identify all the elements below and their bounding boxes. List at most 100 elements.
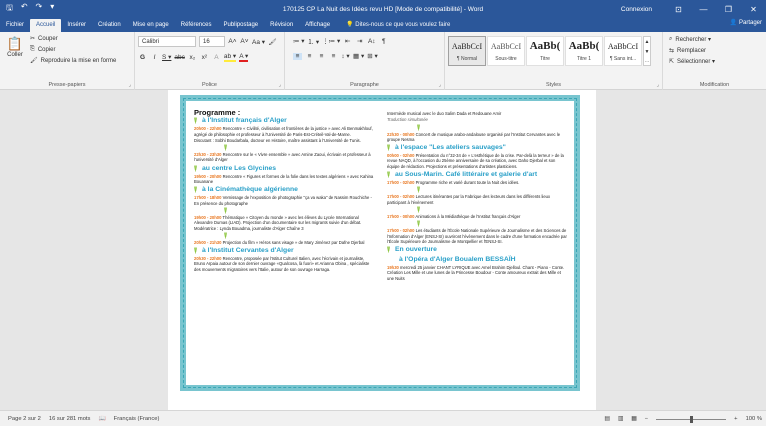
style-item[interactable]: AaBbCcI Sous-titre: [487, 36, 525, 66]
style-item[interactable]: AaBb(Titre: [526, 36, 564, 66]
font-size-select[interactable]: 16: [199, 36, 225, 47]
next-page[interactable]: [168, 400, 596, 410]
style-item[interactable]: AaBbCcI ¶ Normal: [448, 36, 486, 66]
sun-icon: \|/: [194, 248, 197, 255]
proofing-icon[interactable]: 📖: [98, 416, 105, 422]
paste-button[interactable]: 📋 Coller: [4, 36, 26, 58]
paragraph-dialog-launcher-icon[interactable]: ⌟: [439, 82, 441, 88]
tab-mise-en-page[interactable]: Mise en page: [127, 19, 175, 32]
shrink-font-icon[interactable]: A˅: [240, 38, 249, 45]
zoom-slider-thumb[interactable]: [689, 415, 693, 423]
tab-affichage[interactable]: Affichage: [299, 19, 336, 32]
tab-references[interactable]: Références: [175, 19, 218, 32]
document-page[interactable]: Programme : \|/ à l'Institut français d'A…: [168, 90, 596, 410]
close-button[interactable]: ✕: [741, 5, 766, 14]
replace-button[interactable]: ⇆ Remplacer: [669, 47, 706, 55]
ribbon-options-icon[interactable]: ⊡: [666, 5, 691, 14]
style-name: ¶ Normal: [456, 56, 478, 62]
undo-icon[interactable]: ↶: [21, 2, 28, 16]
styles-scroll[interactable]: ▲ ▼ ⋯: [643, 36, 651, 66]
word-count[interactable]: 16 sur 281 mots: [49, 416, 91, 422]
customize-icon[interactable]: ▾: [50, 2, 54, 16]
cursor-icon: ⇱: [669, 59, 675, 65]
borders-icon[interactable]: ⊞ ▾: [367, 52, 378, 60]
web-layout-icon[interactable]: ▦: [631, 416, 636, 422]
bold-button[interactable]: G: [138, 54, 147, 61]
tab-creation[interactable]: Création: [92, 19, 127, 32]
venue-heading: \|/ à la Cinémathèque algérienne: [194, 186, 374, 194]
read-mode-icon[interactable]: ▤: [604, 416, 609, 422]
vertical-scrollbar[interactable]: [758, 90, 766, 410]
share-button[interactable]: 👤 Partager: [730, 19, 762, 26]
cut-button[interactable]: ✂ Couper: [30, 35, 58, 43]
change-case-icon[interactable]: Aa ▾: [252, 38, 265, 46]
style-item[interactable]: AaBb(Titre 1: [565, 36, 603, 66]
subscript-button[interactable]: x₂: [188, 54, 197, 61]
superscript-button[interactable]: x²: [200, 54, 209, 61]
font-name-select[interactable]: Calibri: [138, 36, 196, 47]
tab-publipostage[interactable]: Publipostage: [217, 19, 264, 32]
save-icon[interactable]: 🖫: [6, 2, 13, 16]
redo-icon[interactable]: ↷: [36, 2, 43, 16]
tab-accueil[interactable]: Accueil: [30, 19, 62, 32]
underline-button[interactable]: S ▾: [162, 53, 171, 61]
styles-group: AaBbCcI ¶ Normal AaBbCcI Sous-titre AaBb(Tit…: [445, 32, 663, 90]
find-button[interactable]: ⌕ Rechercher ▾: [669, 36, 711, 43]
more-styles-icon[interactable]: ⋯: [644, 57, 650, 67]
tell-me-box[interactable]: 💡 Dites-nous ce que vous voulez faire: [340, 19, 456, 32]
clear-format-icon[interactable]: 🖌: [268, 38, 277, 46]
font-dialog-launcher-icon[interactable]: ⌟: [279, 82, 281, 88]
scroll-up-icon[interactable]: ▲: [644, 37, 650, 47]
zoom-level[interactable]: 100 %: [746, 416, 762, 422]
copy-button[interactable]: ⎘ Copier: [30, 46, 56, 53]
numbering-icon[interactable]: ⒈ ▾: [308, 36, 320, 46]
connexion-link[interactable]: Connexion: [621, 6, 652, 13]
select-button[interactable]: ⇱ Sélectionner ▾: [669, 58, 715, 65]
copy-label: Copier: [37, 46, 56, 53]
italic-button[interactable]: I: [150, 54, 159, 61]
zoom-out-icon[interactable]: −: [645, 416, 648, 422]
justify-icon[interactable]: ≡: [329, 53, 338, 60]
font-group: Calibri 16 A˄ A˅ Aa ▾ 🖌 G I S ▾ abc x₂ x…: [135, 32, 285, 90]
strikethrough-button[interactable]: abc: [174, 54, 184, 61]
zoom-slider[interactable]: [656, 415, 727, 423]
style-item[interactable]: AaBbCcI ¶ Sans int...: [604, 36, 642, 66]
document-workspace[interactable]: Programme : \|/ à l'Institut français d'A…: [0, 90, 766, 410]
replace-icon: ⇆: [669, 48, 675, 54]
align-center-icon[interactable]: ≡: [305, 53, 314, 60]
clipboard-group-label: Presse-papiers: [48, 82, 86, 88]
scroll-down-icon[interactable]: ▼: [644, 47, 650, 57]
tab-fichier[interactable]: Fichier: [0, 19, 30, 32]
language-status[interactable]: Français (France): [114, 416, 160, 422]
decrease-indent-icon[interactable]: ⇤: [343, 37, 352, 45]
zoom-in-icon[interactable]: +: [734, 416, 737, 422]
restore-button[interactable]: ❐: [716, 5, 741, 14]
tab-inserer[interactable]: Insérer: [61, 19, 92, 32]
print-layout-icon[interactable]: ▥: [618, 416, 623, 422]
increase-indent-icon[interactable]: ⇥: [355, 37, 364, 45]
shading-icon[interactable]: ▦ ▾: [353, 52, 364, 60]
format-painter-label: Reproduire la mise en forme: [40, 57, 117, 64]
font-color-icon[interactable]: A ▾: [239, 52, 249, 62]
page-count[interactable]: Page 2 sur 2: [8, 416, 41, 422]
line-spacing-icon[interactable]: ↕ ▾: [341, 52, 350, 60]
program-frame: Programme : \|/ à l'Institut français d'A…: [180, 95, 580, 391]
dialog-launcher-icon[interactable]: ⌟: [129, 82, 131, 88]
pilcrow-icon[interactable]: ¶: [379, 38, 388, 45]
grow-font-icon[interactable]: A˄: [228, 38, 237, 45]
sort-icon[interactable]: A↕: [367, 38, 376, 45]
event-item: 20h00 - 22h00 Rencontre « Civilité, civi…: [194, 126, 374, 137]
multilevel-list-icon[interactable]: ⋮≔ ▾: [322, 37, 340, 45]
bullets-icon[interactable]: ≔ ▾: [293, 37, 305, 45]
event-time: 19h30: [387, 265, 399, 271]
format-painter-button[interactable]: 🖌 Reproduire la mise en forme: [30, 57, 117, 65]
sun-icon: \|/: [387, 247, 390, 254]
tab-revision[interactable]: Révision: [264, 19, 299, 32]
styles-dialog-launcher-icon[interactable]: ⌟: [657, 82, 659, 88]
highlight-icon[interactable]: ab ▾: [223, 52, 237, 62]
align-right-icon[interactable]: ≡: [317, 53, 326, 60]
text-effects-icon[interactable]: A: [212, 54, 221, 61]
minimize-button[interactable]: —: [691, 5, 716, 14]
align-left-icon[interactable]: ≡: [293, 52, 302, 60]
event-time: 17h00 - 02h00: [387, 194, 415, 200]
